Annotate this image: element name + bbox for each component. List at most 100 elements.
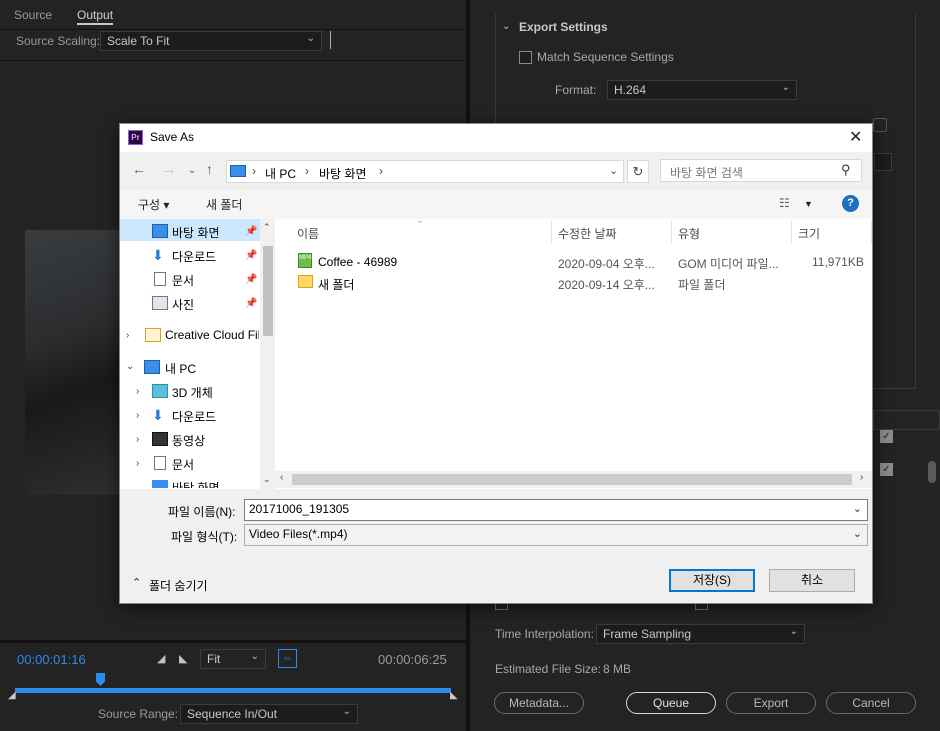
column-divider[interactable] [551,220,552,244]
back-arrow-icon[interactable]: ← [132,161,146,177]
chevron-down-icon[interactable]: ⌄ [609,164,618,177]
out-point-icon[interactable]: ◣ [450,690,458,701]
pictures-icon [152,296,168,310]
format-label: Format: [555,83,597,97]
current-timecode[interactable]: 00:00:01:16 [17,652,86,667]
up-arrow-icon[interactable]: ↑ [206,161,213,177]
source-scaling-dropdown[interactable]: Scale To Fit ⌄ [100,31,322,51]
chevron-down-icon[interactable]: ⌄ [126,361,134,372]
chevron-right-icon[interactable]: › [136,434,139,445]
view-options-icon[interactable]: ☷ [779,196,790,210]
chevron-down-icon: ⌄ [781,82,790,93]
forward-arrow-icon[interactable]: → [162,161,176,177]
scroll-right-icon[interactable]: › [860,472,863,483]
checkbox-checked-icon[interactable]: ✓ [880,463,893,476]
close-icon[interactable]: ✕ [849,127,862,147]
search-icon[interactable]: ⚲ [841,162,851,178]
scroll-up-icon[interactable]: ⌃ [263,222,271,233]
mp4-file-icon: MP4 [298,253,312,268]
nav-item-3d-objects[interactable]: 3D 개체 [172,384,213,401]
divider [0,640,466,643]
nav-item-pictures[interactable]: 사진 [172,296,194,313]
export-button[interactable]: Export [726,692,816,714]
end-timecode: 00:00:06:25 [378,652,447,667]
chevron-down-icon[interactable]: ⌄ [853,502,862,515]
match-sequence-checkbox[interactable] [519,51,532,64]
chevron-right-icon[interactable]: › [136,458,139,469]
metadata-button[interactable]: Metadata... [494,692,584,714]
timeline-scrubber[interactable] [15,688,451,693]
scrollbar-thumb[interactable] [928,461,936,483]
tab-output[interactable]: Output [77,8,114,25]
file-size-label: Estimated File Size: [495,662,602,676]
nav-item-downloads-2[interactable]: 다운로드 [172,408,216,425]
tab-source[interactable]: Source [14,8,52,22]
in-point-icon[interactable]: ◢ [8,690,16,701]
nav-item-this-pc[interactable]: 내 PC [165,360,196,377]
aspect-ratio-correction-icon[interactable]: ⇔ [278,649,297,668]
help-icon[interactable]: ? [842,195,859,212]
table-row[interactable]: 새 폴더 2020-09-14 오후... 파일 폴더 [276,272,866,293]
column-divider[interactable] [791,220,792,244]
dialog-cancel-button[interactable]: 취소 [769,569,855,592]
chevron-down-icon[interactable]: ▼ [804,199,813,209]
column-header-name[interactable]: 이름 [297,225,319,242]
new-folder-button[interactable]: 새 폴더 [206,196,242,213]
dialog-titlebar[interactable] [120,124,872,152]
nav-item-downloads[interactable]: 다운로드 [172,248,216,265]
filename-input[interactable]: 20171006_191305 ⌄ [244,499,868,521]
column-header-size[interactable]: 크기 [798,225,820,242]
zoom-dropdown[interactable]: Fit ⌄ [200,649,266,669]
format-dropdown[interactable]: H.264 ⌄ [607,80,797,100]
organize-menu[interactable]: 구성 ▾ [138,196,169,213]
column-divider[interactable] [871,220,872,244]
nav-item-desktop-2[interactable]: 바탕 화면 [172,479,220,488]
chevron-up-icon[interactable]: ⌃ [132,576,141,589]
nav-scrollbar-thumb[interactable] [263,246,273,336]
pc-icon [144,360,160,374]
source-range-label: Source Range: [98,707,179,721]
horizontal-scrollbar-thumb[interactable] [292,474,852,485]
output-name-field[interactable] [874,153,892,171]
nav-item-documents[interactable]: 문서 [172,272,194,289]
source-range-dropdown[interactable]: Sequence In/Out ⌄ [180,704,358,724]
breadcrumb-item-pc[interactable]: 내 PC [265,165,296,182]
address-bar[interactable]: › 내 PC › 바탕 화면 › ⌄ [226,160,624,183]
column-divider[interactable] [671,220,672,244]
table-row[interactable]: MP4 Coffee - 46989 2020-09-04 오후... GOM … [276,251,866,272]
pin-icon[interactable]: 📌 [245,274,257,285]
column-header-date[interactable]: 수정한 날짜 [558,225,617,242]
chevron-right-icon[interactable]: › [136,410,139,421]
filetype-select[interactable]: Video Files(*.mp4) ⌄ [244,524,868,546]
checkbox-checked-icon[interactable]: ✓ [880,430,893,443]
nav-item-creative-cloud[interactable]: Creative Cloud Fil [165,328,259,342]
chevron-down-icon[interactable]: ⌄ [502,21,510,32]
save-button[interactable]: 저장(S) [669,569,755,592]
file-size: 11,971KB [812,255,864,269]
refresh-icon[interactable]: ↻ [627,160,649,183]
cancel-button[interactable]: Cancel [826,692,916,714]
pin-icon[interactable]: 📌 [245,250,257,261]
mark-out-icon[interactable]: ◣ [179,652,187,665]
mark-in-icon[interactable]: ◢ [157,652,165,665]
pin-icon[interactable]: 📌 [245,226,257,237]
chevron-right-icon[interactable]: › [136,386,139,397]
filename-value: 20171006_191305 [249,502,350,516]
time-interpolation-dropdown[interactable]: Frame Sampling ⌄ [596,624,805,644]
pin-icon[interactable]: 📌 [245,298,257,309]
chevron-right-icon[interactable]: › [126,330,129,341]
column-header-type[interactable]: 유형 [678,225,700,242]
nav-item-desktop[interactable]: 바탕 화면 [172,224,220,241]
file-type: 파일 폴더 [678,278,726,292]
scroll-down-icon[interactable]: ⌄ [263,474,271,485]
queue-button[interactable]: Queue [626,692,716,714]
search-input[interactable]: 바탕 화면 검색 ⚲ [660,159,862,182]
breadcrumb-item-desktop[interactable]: 바탕 화면 [319,165,367,182]
nav-item-videos[interactable]: 동영상 [172,432,205,449]
recent-locations-icon[interactable]: ⌄ [188,165,196,176]
chevron-down-icon: ⌄ [306,33,315,44]
nav-item-documents-2[interactable]: 문서 [172,456,194,473]
hide-folders-button[interactable]: 폴더 숨기기 [149,577,208,594]
delete-preset-icon[interactable] [873,118,887,132]
scroll-left-icon[interactable]: ‹ [280,472,283,483]
